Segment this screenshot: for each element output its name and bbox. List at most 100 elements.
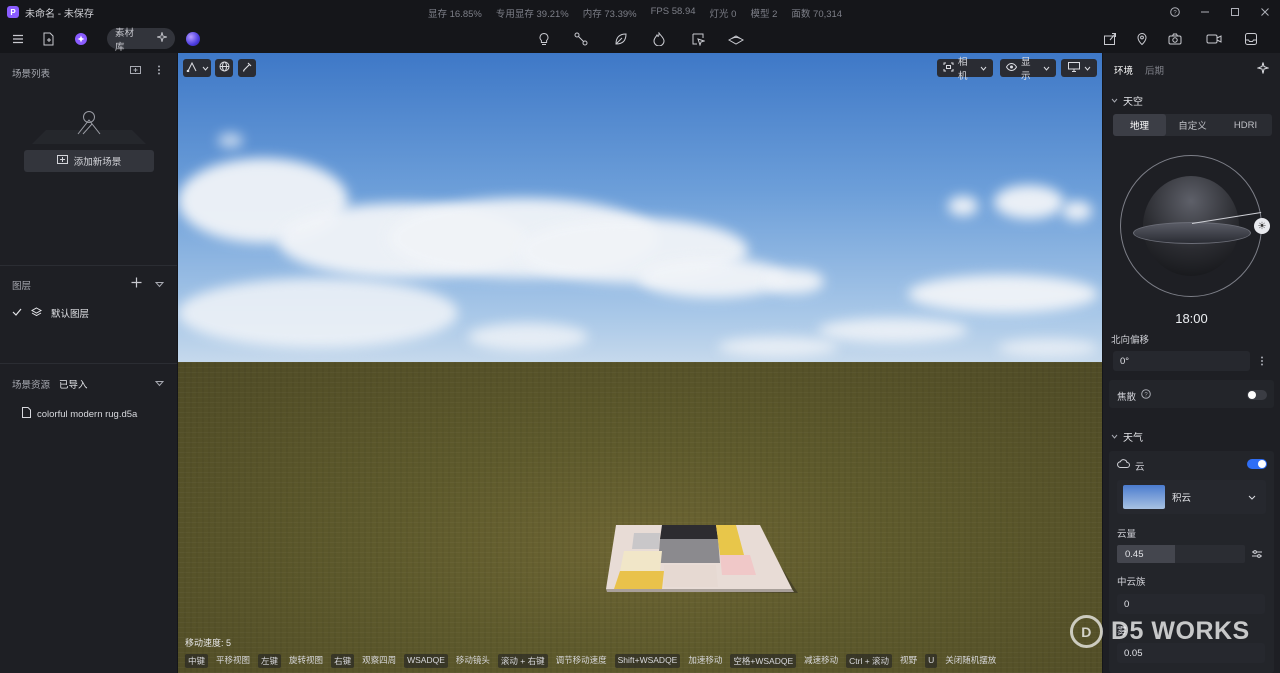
3d-viewport[interactable]: 相机 显示 移动速度: 5 中键 平移视图 左键 旋转视图 右键 观察四周 WSADQ… xyxy=(178,53,1102,673)
stat-models: 模型 2 xyxy=(750,9,778,20)
hint-item: 滚动 + 右键 调节移动速度 xyxy=(497,654,607,668)
eyedropper-button[interactable] xyxy=(238,59,256,77)
camera-frame-icon xyxy=(943,62,954,75)
share-icon[interactable] xyxy=(1101,28,1119,49)
divider xyxy=(0,265,177,266)
minimize-button[interactable] xyxy=(1190,0,1220,24)
layers-icon xyxy=(30,306,43,320)
gizmo-icon xyxy=(186,61,198,75)
chevron-down-icon xyxy=(202,63,209,74)
add-scene-label: 添加新场景 xyxy=(73,157,122,168)
hint-item: Ctrl + 滚动 视野 xyxy=(846,654,917,668)
hint-item: 左键 旋转视图 xyxy=(258,654,323,668)
orb-icon[interactable] xyxy=(185,28,201,49)
file-icon xyxy=(22,407,31,421)
hint-desc: 移动镜头 xyxy=(455,655,490,665)
right-panel: 环境 后期 天空 地理 自定义 HDRI ☀ 18:00 北向偏移 0° 焦散 … xyxy=(1103,53,1280,673)
layers-collapse-icon[interactable] xyxy=(154,279,165,291)
sky-mode-custom[interactable]: 自定义 xyxy=(1166,114,1219,136)
sun-handle-icon[interactable]: ☀ xyxy=(1254,218,1270,234)
weather-section-header[interactable]: 天气 xyxy=(1111,429,1143,444)
add-scene-icon[interactable] xyxy=(130,65,142,78)
display-dropdown[interactable]: 显示 xyxy=(1000,57,1056,82)
render-settings-dropdown[interactable] xyxy=(1061,59,1097,77)
scene-placeholder-icon xyxy=(32,111,146,144)
magic-wand-icon[interactable] xyxy=(1256,62,1270,77)
effects-icon[interactable] xyxy=(650,28,668,49)
hint-key: 右键 xyxy=(331,654,355,668)
help-icon[interactable]: ? xyxy=(1141,389,1151,402)
add-new-scene-button[interactable]: 添加新场景 xyxy=(24,150,154,172)
chevron-down-icon xyxy=(1111,431,1118,442)
camera-icon[interactable] xyxy=(1166,28,1184,49)
d5-watermark: D D5 WORKS xyxy=(1070,615,1250,648)
ai-assistant-icon[interactable] xyxy=(72,28,90,49)
mid-cloud-input[interactable]: 0 xyxy=(1117,594,1265,614)
terrain-icon[interactable] xyxy=(727,28,745,49)
more-options-icon[interactable] xyxy=(157,65,161,78)
sun-position-dial[interactable]: ☀ xyxy=(1120,155,1270,297)
camera-dropdown[interactable]: 相机 xyxy=(937,57,993,82)
cloud-toggle[interactable] xyxy=(1247,459,1267,469)
more-options-icon[interactable] xyxy=(1260,356,1264,369)
transform-tool-button[interactable] xyxy=(183,59,211,77)
stat-memory: 内存 73.39% xyxy=(582,9,637,20)
layers-title: 图层 xyxy=(12,281,32,292)
check-icon[interactable] xyxy=(12,308,22,319)
stat-dedicated-vram: 专用显存 39.21% xyxy=(495,9,569,20)
app-logo: P xyxy=(7,6,19,18)
menu-icon[interactable] xyxy=(9,28,27,49)
sky-mode-hdri[interactable]: HDRI xyxy=(1219,114,1272,136)
sky-section-header[interactable]: 天空 xyxy=(1111,93,1143,108)
hint-desc: 减速移动 xyxy=(804,655,839,665)
sky-mode-geo[interactable]: 地理 xyxy=(1113,114,1166,136)
globe-icon xyxy=(219,61,230,75)
help-icon[interactable]: ? xyxy=(1160,0,1190,24)
time-of-day[interactable]: 18:00 xyxy=(1103,311,1280,326)
library-button[interactable]: 素材库 xyxy=(107,28,175,53)
hint-item: WSADQE 移动镜头 xyxy=(404,654,490,668)
stat-faces: 面数 70,314 xyxy=(791,9,843,20)
video-icon[interactable] xyxy=(1205,28,1223,49)
close-button[interactable] xyxy=(1250,0,1280,24)
sparkle-icon xyxy=(155,30,169,45)
monitor-icon xyxy=(1067,61,1080,75)
add-scene-button-icon xyxy=(56,155,68,167)
north-offset-label: 北向偏移 xyxy=(1111,335,1150,346)
path-tool-icon[interactable] xyxy=(572,28,590,49)
assets-filter-imported[interactable]: 已导入 xyxy=(59,377,88,391)
cloud-label: 云 xyxy=(1135,462,1145,473)
hint-key: 左键 xyxy=(258,654,282,668)
caustics-toggle[interactable] xyxy=(1247,390,1267,400)
hint-item: 右键 观察四周 xyxy=(331,654,396,668)
hint-key: 滚动 + 右键 xyxy=(497,654,548,668)
hint-desc: 平移视图 xyxy=(216,655,251,665)
tab-post-processing[interactable]: 后期 xyxy=(1145,63,1164,77)
add-layer-icon[interactable] xyxy=(131,277,142,291)
default-layer-label: 默认图层 xyxy=(51,309,90,320)
cloud-amount-value: 0.45 xyxy=(1125,549,1144,560)
layer-item-default[interactable]: 默认图层 xyxy=(12,306,89,320)
asset-item[interactable]: colorful modern rug.d5a xyxy=(22,407,137,421)
maximize-button[interactable] xyxy=(1220,0,1250,24)
globe-button[interactable] xyxy=(215,59,233,77)
mid-cloud-label: 中云族 xyxy=(1117,577,1146,588)
cloud-type-select[interactable]: 积云 xyxy=(1117,480,1266,514)
new-file-icon[interactable] xyxy=(39,28,57,49)
rug-model[interactable] xyxy=(604,525,800,593)
cloud-amount-slider[interactable]: 0.45 xyxy=(1117,545,1245,563)
location-icon[interactable] xyxy=(1133,28,1151,49)
hint-item: U 关闭随机摆放 xyxy=(925,654,996,668)
adjust-icon[interactable] xyxy=(1251,549,1263,562)
assets-collapse-icon[interactable] xyxy=(154,378,165,390)
inbox-icon[interactable] xyxy=(1242,28,1260,49)
horizon-disc xyxy=(1133,222,1251,244)
select-tool-icon[interactable] xyxy=(689,28,707,49)
chevron-down-icon xyxy=(1043,63,1050,74)
hint-desc: 加速移动 xyxy=(688,655,723,665)
light-bulb-icon[interactable] xyxy=(535,28,553,49)
hint-key: Ctrl + 滚动 xyxy=(846,654,893,668)
tab-environment[interactable]: 环境 xyxy=(1114,63,1133,77)
north-offset-input[interactable]: 0° xyxy=(1113,351,1250,371)
leaf-icon[interactable] xyxy=(612,28,630,49)
